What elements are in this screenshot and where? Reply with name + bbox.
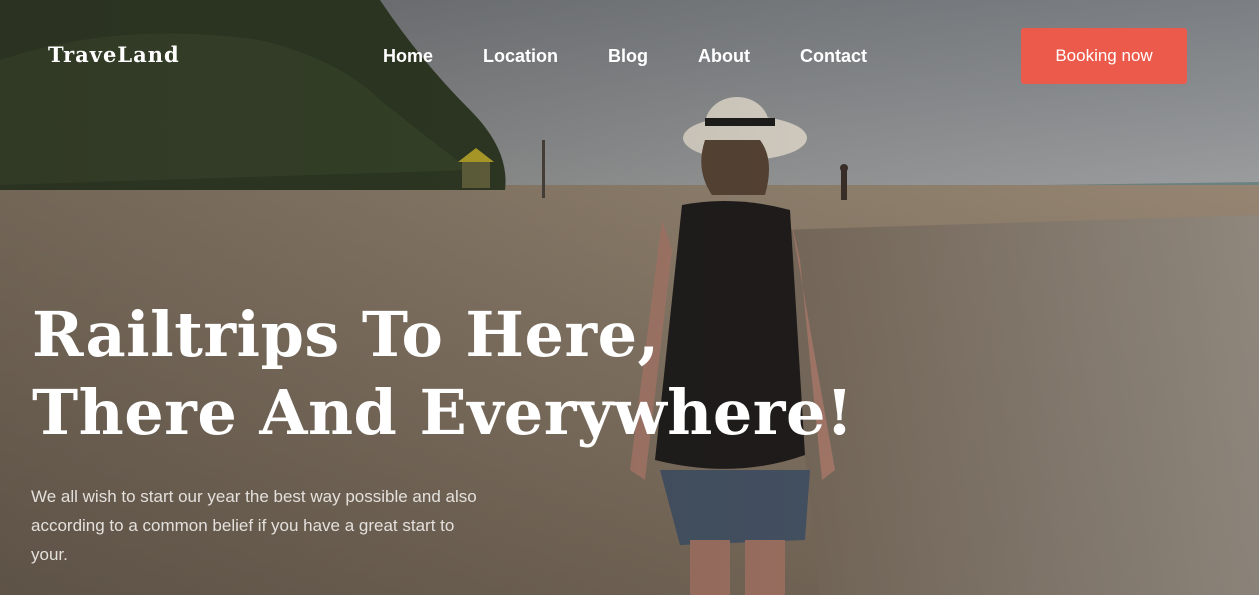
nav-home[interactable]: Home (383, 44, 433, 68)
nav-blog[interactable]: Blog (608, 44, 648, 68)
nav-location[interactable]: Location (483, 44, 558, 68)
main-nav: Home Location Blog About Contact (383, 44, 917, 68)
nav-about[interactable]: About (698, 44, 750, 68)
hero-subtext: We all wish to start our year the best w… (31, 487, 477, 564)
booking-now-button[interactable]: Booking now (1021, 28, 1187, 84)
hero-headline-line2: There And Everywhere! (32, 376, 854, 449)
brand-logo[interactable]: TraveLand (48, 42, 180, 67)
nav-contact[interactable]: Contact (800, 44, 867, 68)
hero-headline-line1: Railtrips To Here, (32, 298, 660, 371)
hero-headline: Railtrips To Here, There And Everywhere! (32, 296, 854, 452)
